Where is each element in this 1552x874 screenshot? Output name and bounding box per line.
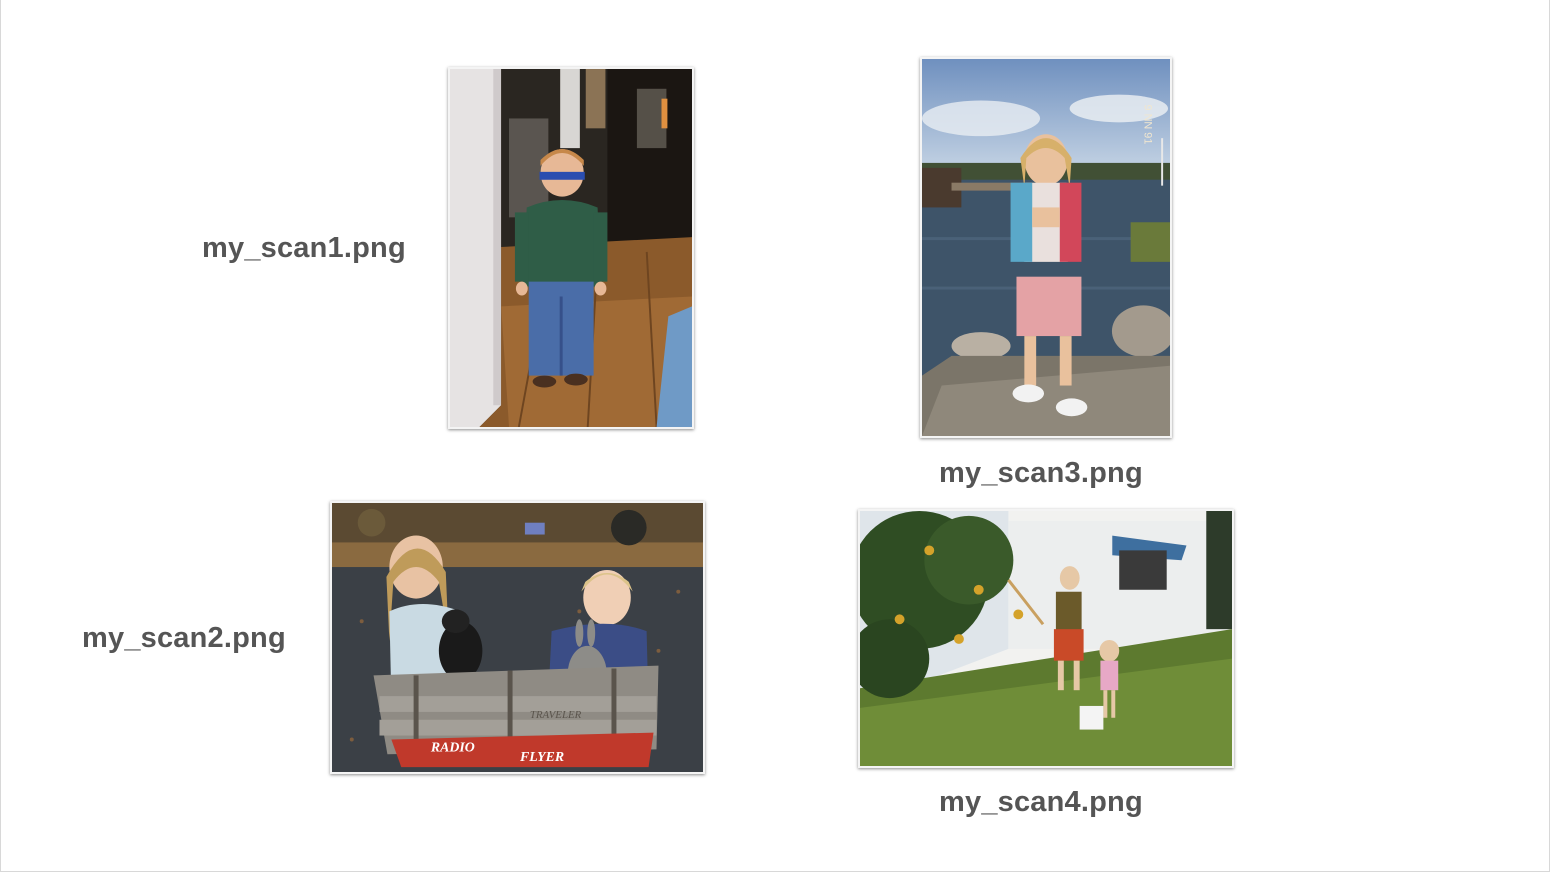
photo-label-scan3: my_scan3.png [939, 457, 1143, 489]
photo-scan1[interactable] [448, 67, 694, 429]
wagon-model-text: FLYER [519, 749, 564, 764]
photo-scan2-image: RADIO FLYER TRAVELER [332, 503, 703, 772]
photo-scan4-image [860, 511, 1232, 766]
photo-label-scan2: my_scan2.png [82, 622, 286, 654]
photo-label-scan4: my_scan4.png [939, 786, 1143, 818]
photo-scan2[interactable]: RADIO FLYER TRAVELER [330, 501, 705, 774]
photo-scan3[interactable]: 9 NN 91 [920, 57, 1172, 438]
wagon-side-text: TRAVELER [530, 709, 582, 721]
photo-scan1-image [450, 69, 692, 427]
photo-scan3-date-stamp: 9 NN 91 [1141, 105, 1153, 145]
photo-label-scan1: my_scan1.png [202, 232, 406, 264]
photo-scan3-image: 9 NN 91 [922, 59, 1170, 436]
photo-scan4[interactable] [858, 509, 1234, 768]
slide-canvas: my_scan1.png 9 NN 91 my_scan3.png my_sca… [0, 0, 1550, 872]
wagon-brand-text: RADIO [430, 739, 475, 754]
